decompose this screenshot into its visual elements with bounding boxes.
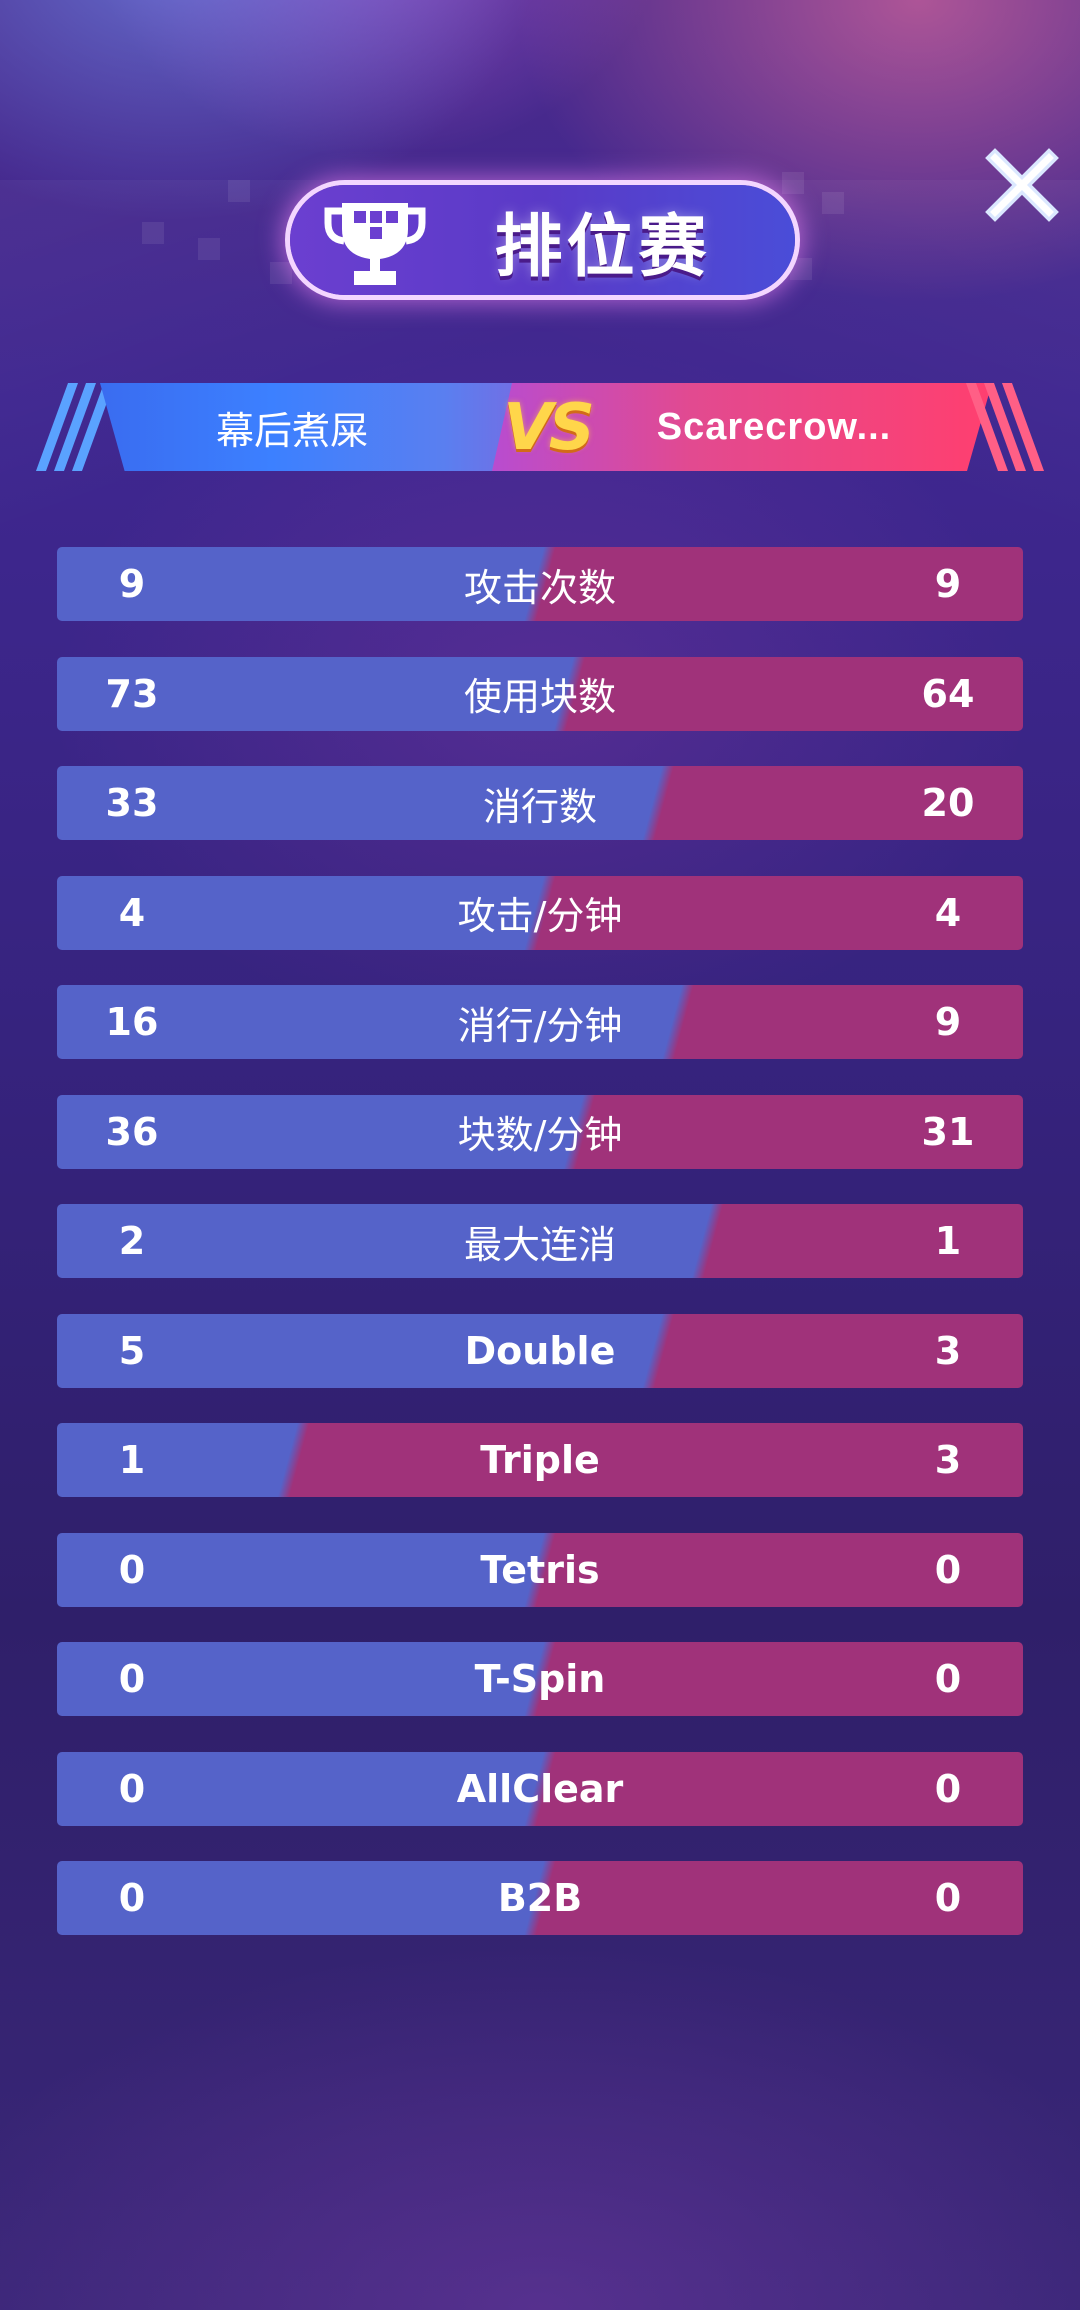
right-player-name: Scarecrow... <box>656 405 892 448</box>
right-stat-value: 0 <box>934 1657 962 1701</box>
versus-banner: 幕后煮屎 VS Scarecrow... <box>35 383 1045 471</box>
stat-label: T-Spin <box>474 1657 606 1701</box>
decorative-pixel <box>142 222 164 244</box>
stat-row: 2 最大连消 1 <box>57 1204 1023 1278</box>
left-player-name: 幕后煮屎 <box>215 408 368 453</box>
left-stat-value: 4 <box>118 890 146 935</box>
right-stat-value: 0 <box>934 1766 962 1811</box>
left-stat-value: 0 <box>118 1766 146 1811</box>
right-stat-value: 3 <box>934 1438 962 1482</box>
left-stat-value: 36 <box>105 1109 159 1154</box>
stat-row: 5 Double 3 <box>57 1313 1023 1388</box>
stat-label: AllClear <box>456 1766 624 1811</box>
decorative-pixel <box>790 258 812 280</box>
stat-row: 73 使用块数 64 <box>57 656 1023 731</box>
stat-label: Triple <box>480 1438 600 1482</box>
stat-label: 使用块数 <box>463 675 616 719</box>
right-stat-value: 9 <box>934 1000 962 1044</box>
trophy-icon <box>324 203 426 285</box>
left-stat-value: 2 <box>118 1219 146 1263</box>
stat-row: 0 B2B 0 <box>57 1861 1023 1935</box>
decorative-pixel <box>822 192 844 214</box>
stat-label: Tetris <box>480 1547 600 1592</box>
stat-label: B2B <box>497 1876 583 1920</box>
left-stat-value: 0 <box>118 1547 146 1592</box>
right-stat-value: 0 <box>934 1547 962 1592</box>
left-stat-value: 0 <box>118 1876 146 1920</box>
stat-row: 9 攻击次数 9 <box>57 547 1023 621</box>
stat-row: 16 消行/分钟 9 <box>57 985 1023 1059</box>
decorative-pixel <box>270 262 292 284</box>
decorative-pixel <box>228 180 250 202</box>
page-title: 排位赛 <box>494 207 711 287</box>
decorative-pixel <box>782 172 804 194</box>
left-stat-value: 33 <box>105 781 159 825</box>
left-stat-value: 73 <box>105 671 159 716</box>
right-stat-value: 3 <box>934 1328 962 1373</box>
left-stat-value: 0 <box>118 1657 146 1701</box>
stat-label: 攻击/分钟 <box>457 894 623 938</box>
stat-row: 0 AllClear 0 <box>57 1751 1023 1826</box>
right-stat-value: 4 <box>934 890 962 935</box>
vs-logo: VS <box>503 391 595 465</box>
close-icon <box>985 148 1059 222</box>
decorative-pixel <box>198 238 220 260</box>
stat-label: 消行数 <box>482 784 597 829</box>
stat-label: 消行/分钟 <box>457 1003 623 1048</box>
right-stat-value: 64 <box>921 671 975 716</box>
stat-row: 4 攻击/分钟 4 <box>57 875 1023 950</box>
stat-row: 36 块数/分钟 31 <box>57 1094 1023 1169</box>
right-stat-value: 9 <box>934 562 962 606</box>
left-stat-value: 16 <box>105 1000 159 1044</box>
stat-label: 最大连消 <box>463 1222 616 1267</box>
right-stat-value: 1 <box>934 1219 962 1263</box>
right-stat-value: 31 <box>921 1109 975 1154</box>
stat-label: Double <box>464 1328 616 1373</box>
left-stat-value: 5 <box>118 1328 146 1373</box>
stat-row: 0 T-Spin 0 <box>57 1642 1023 1716</box>
stat-row: 33 消行数 20 <box>57 766 1023 840</box>
title-banner: 排位赛 <box>290 185 795 295</box>
stat-row: 0 Tetris 0 <box>57 1532 1023 1607</box>
close-button[interactable] <box>985 148 1059 222</box>
stat-label: 块数/分钟 <box>457 1113 623 1157</box>
stat-row: 1 Triple 3 <box>57 1423 1023 1497</box>
left-stat-value: 1 <box>118 1438 146 1482</box>
left-stat-value: 9 <box>118 562 146 606</box>
right-stat-value: 20 <box>921 781 975 825</box>
stat-label: 攻击次数 <box>463 565 616 610</box>
stats-list: 9 攻击次数 9 73 使用块数 64 33 消行数 20 4 攻击/分钟 4 16 消行/分钟 9 36 块数… <box>57 547 1023 1971</box>
right-stat-value: 0 <box>934 1876 962 1920</box>
